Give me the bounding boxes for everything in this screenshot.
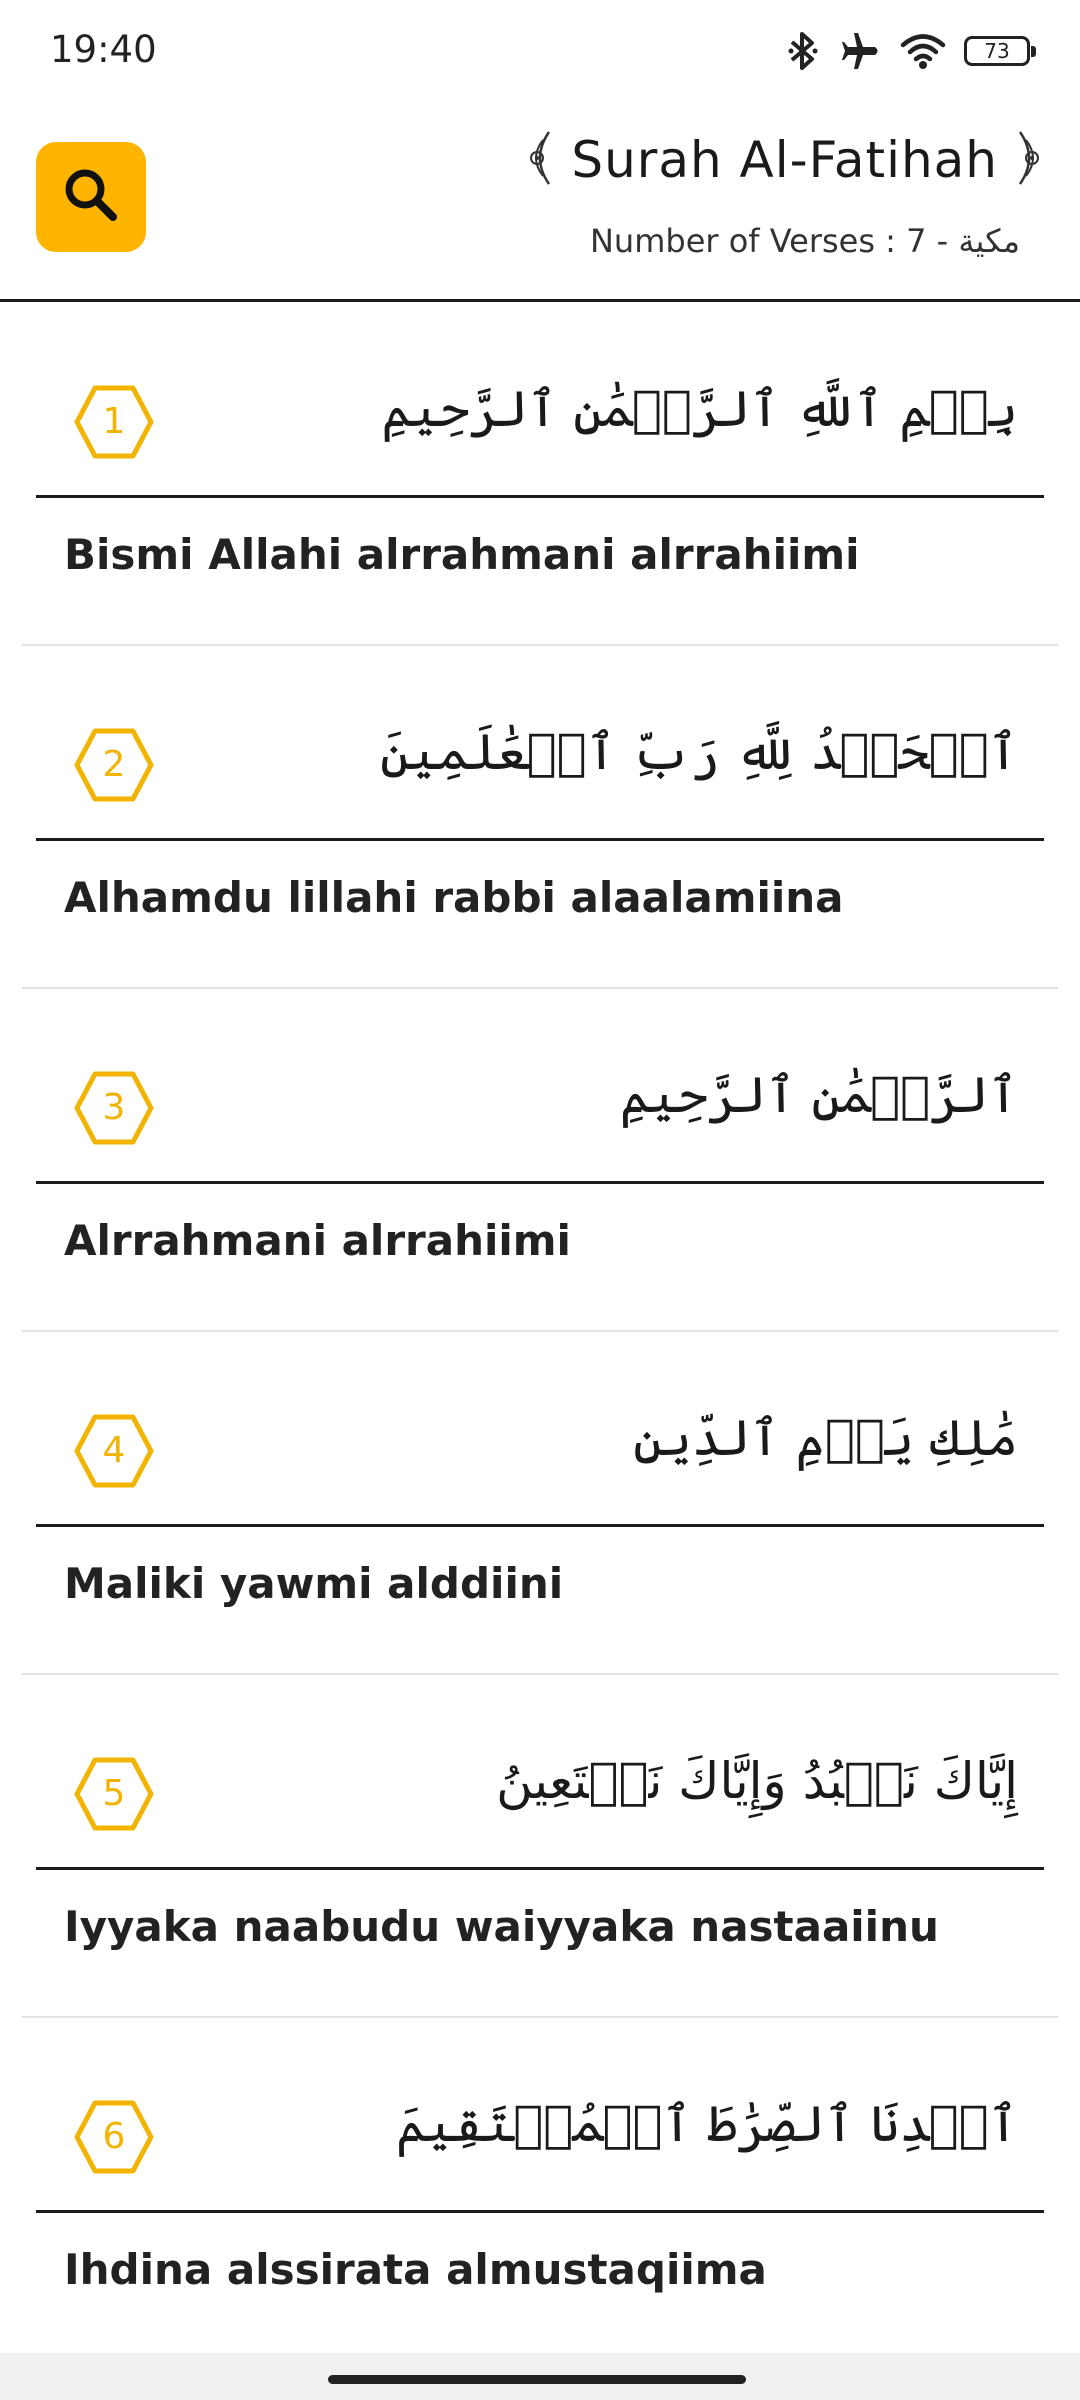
surah-title: Surah Al-Fatihah [571,131,998,189]
verse-header: 5 إِيَّاكَ نَعۡبُدُ وَإِيَّاكَ نَسۡتَعِي… [36,1674,1044,1870]
verse-transliteration: Bismi Allahi alrrahmani alrrahiimi [64,530,860,579]
verse-count-subtitle: Number of Verses : 7 - مكية [589,222,1020,260]
status-time: 19:40 [50,28,157,71]
verse-arabic-text: ٱلۡحَمۡدُ لِلَّهِ رَبِّ ٱلۡعَٰلَمِينَ [380,723,1018,781]
battery-level: 73 [984,39,1010,63]
verse-card[interactable]: 6 ٱهۡدِنَا ٱلصِّرَٰطَ ٱلۡمُسۡتَقِيمَ Ihd… [0,2017,1080,2361]
bluetooth-icon [786,31,820,71]
verse-number: 6 [102,2116,126,2157]
verse-transliteration: Alrrahmani alrrahiimi [64,1216,571,1265]
verse-number: 1 [102,401,126,442]
search-button[interactable] [36,142,146,252]
verse-header: 4 مَٰلِكِ يَوۡمِ ٱلدِّينِ [36,1331,1044,1527]
verse-number-badge: 4 [74,1411,154,1491]
verse-card[interactable]: 1 بِسۡمِ ٱللَّهِ ٱلرَّحۡمَٰنِ ٱلرَّحِيمِ… [0,302,1080,646]
verse-arabic-text: إِيَّاكَ نَعۡبُدُ وَإِيَّاكَ نَسۡتَعِينُ [496,1752,1018,1810]
verse-number-badge: 3 [74,1068,154,1148]
verse-card[interactable]: 2 ٱلۡحَمۡدُ لِلَّهِ رَبِّ ٱلۡعَٰلَمِينَ … [0,645,1080,989]
surah-header: Surah Al-Fatihah Number of Verses : 7 - … [0,100,1080,302]
verse-list: 1 بِسۡمِ ٱللَّهِ ٱلرَّحۡمَٰنِ ٱلرَّحِيمِ… [0,302,1080,2361]
verse-arabic-text: ٱلرَّحۡمَٰنِ ٱلرَّحِيمِ [619,1066,1018,1124]
status-icons: 73 [786,28,1036,74]
verse-transliteration: Ihdina alssirata almustaqiima [64,2245,767,2294]
verse-card[interactable]: 5 إِيَّاكَ نَعۡبُدُ وَإِيَّاكَ نَسۡتَعِي… [0,1674,1080,2018]
verse-arabic-text: بِسۡمِ ٱللَّهِ ٱلرَّحۡمَٰنِ ٱلرَّحِيمِ [381,380,1018,438]
verse-transliteration: Maliki yawmi alddiini [64,1559,564,1608]
verse-number-badge: 5 [74,1754,154,1834]
verse-arabic-text: ٱهۡدِنَا ٱلصِّرَٰطَ ٱلۡمُسۡتَقِيمَ [396,2095,1018,2153]
verse-arabic-text: مَٰلِكِ يَوۡمِ ٱلدِّينِ [633,1409,1018,1467]
verse-number: 2 [102,744,126,785]
home-gesture-handle[interactable] [328,2375,746,2384]
title-row: Surah Al-Fatihah [523,128,1046,192]
verse-header: 2 ٱلۡحَمۡدُ لِلَّهِ رَبِّ ٱلۡعَٰلَمِينَ [36,645,1044,841]
verse-transliteration: Alhamdu lillahi rabbi alaalamiina [64,873,844,922]
verse-number-badge: 2 [74,725,154,805]
airplane-icon [838,31,882,71]
ornament-right-icon [1012,128,1046,192]
verse-card[interactable]: 3 ٱلرَّحۡمَٰنِ ٱلرَّحِيمِ Alrrahmani alr… [0,988,1080,1332]
verse-header: 6 ٱهۡدِنَا ٱلصِّرَٰطَ ٱلۡمُسۡتَقِيمَ [36,2017,1044,2213]
status-bar: 19:40 73 [0,0,1080,100]
verse-header: 1 بِسۡمِ ٱللَّهِ ٱلرَّحۡمَٰنِ ٱلرَّحِيمِ [36,302,1044,498]
verse-number: 4 [102,1430,126,1471]
verse-number: 5 [102,1773,126,1814]
verse-number-badge: 1 [74,382,154,462]
verse-transliteration: Iyyaka naabudu waiyyaka nastaaiinu [64,1902,939,1951]
verse-card[interactable]: 4 مَٰلِكِ يَوۡمِ ٱلدِّينِ Maliki yawmi a… [0,1331,1080,1675]
verse-number: 3 [102,1087,126,1128]
battery-icon: 73 [964,36,1036,66]
verse-number-badge: 6 [74,2097,154,2177]
ornament-left-icon [523,128,557,192]
navigation-bar [0,2353,1080,2400]
search-icon [59,163,123,231]
verse-header: 3 ٱلرَّحۡمَٰنِ ٱلرَّحِيمِ [36,988,1044,1184]
wifi-icon [900,32,946,70]
